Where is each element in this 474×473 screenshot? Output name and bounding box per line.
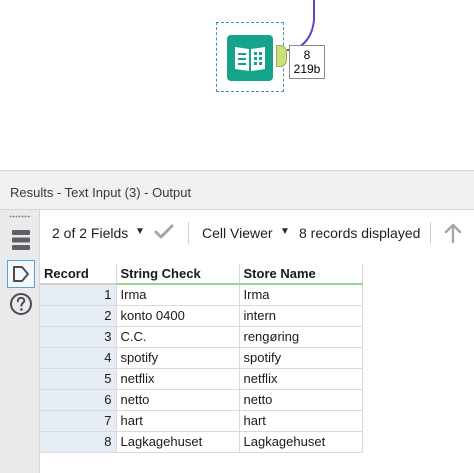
caret-down-icon[interactable]: ▼ bbox=[280, 226, 290, 237]
record-number-cell[interactable]: 6 bbox=[40, 389, 117, 411]
record-number-cell[interactable]: 7 bbox=[40, 410, 117, 432]
column-header-string-check[interactable]: String Check bbox=[116, 264, 240, 285]
results-grid[interactable]: Record String Check Store Name 1 Irma Ir… bbox=[40, 264, 363, 453]
grid-header-row: Record String Check Store Name bbox=[40, 264, 363, 285]
string-check-cell[interactable]: Lagkagehuset bbox=[116, 431, 240, 453]
tag-icon bbox=[13, 266, 29, 282]
results-title-bar[interactable]: Results - Text Input (3) - Output bbox=[0, 170, 474, 210]
store-name-cell[interactable]: netto bbox=[239, 389, 363, 411]
store-name-cell[interactable]: intern bbox=[239, 305, 363, 327]
record-count-badge: 8 219b bbox=[289, 45, 325, 79]
string-check-cell[interactable]: C.C. bbox=[116, 326, 240, 348]
string-check-cell[interactable]: netflix bbox=[116, 368, 240, 390]
help-icon bbox=[10, 293, 32, 315]
string-check-cell[interactable]: konto 0400 bbox=[116, 305, 240, 327]
store-name-cell[interactable]: hart bbox=[239, 410, 363, 432]
table-row[interactable]: 5 netflix netflix bbox=[40, 368, 363, 390]
table-row[interactable]: 6 netto netto bbox=[40, 389, 363, 411]
table-view-icon bbox=[12, 230, 30, 250]
table-row[interactable]: 3 C.C. rengøring bbox=[40, 326, 363, 348]
table-row[interactable]: 4 spotify spotify bbox=[40, 347, 363, 369]
store-name-cell[interactable]: netflix bbox=[239, 368, 363, 390]
results-title: Results - Text Input (3) - Output bbox=[10, 185, 192, 200]
caret-down-icon[interactable]: ▼ bbox=[135, 226, 145, 237]
help-button[interactable] bbox=[7, 290, 35, 318]
workflow-canvas[interactable]: 8 219b bbox=[0, 0, 474, 170]
table-row[interactable]: 7 hart hart bbox=[40, 410, 363, 432]
store-name-cell[interactable]: Irma bbox=[239, 284, 363, 306]
badge-record-count: 8 bbox=[303, 48, 311, 62]
string-check-cell[interactable]: Irma bbox=[116, 284, 240, 306]
record-number-cell[interactable]: 4 bbox=[40, 347, 117, 369]
table-view-button[interactable] bbox=[7, 226, 35, 254]
results-window: Results - Text Input (3) - Output 2 of 2… bbox=[0, 170, 474, 473]
output-anchor[interactable] bbox=[276, 45, 287, 67]
toolbar-divider bbox=[188, 222, 189, 244]
store-name-cell[interactable]: spotify bbox=[239, 347, 363, 369]
fields-selector[interactable]: 2 of 2 Fields bbox=[52, 225, 128, 241]
text-input-tool[interactable] bbox=[216, 22, 284, 92]
results-side-rail bbox=[0, 210, 40, 473]
string-check-cell[interactable]: netto bbox=[116, 389, 240, 411]
record-number-cell[interactable]: 8 bbox=[40, 431, 117, 453]
string-check-cell[interactable]: spotify bbox=[116, 347, 240, 369]
record-number-cell[interactable]: 1 bbox=[40, 284, 117, 306]
record-number-cell[interactable]: 2 bbox=[40, 305, 117, 327]
scroll-up-arrow-icon[interactable] bbox=[443, 222, 463, 244]
record-number-cell[interactable]: 5 bbox=[40, 368, 117, 390]
table-row[interactable]: 8 Lagkagehuset Lagkagehuset bbox=[40, 431, 363, 453]
column-header-record[interactable]: Record bbox=[40, 264, 117, 285]
badge-data-size: 219b bbox=[293, 62, 321, 76]
text-input-book-icon bbox=[227, 35, 273, 81]
record-number-cell[interactable]: 3 bbox=[40, 326, 117, 348]
column-header-store-name[interactable]: Store Name bbox=[239, 264, 363, 285]
results-toolbar: 2 of 2 Fields ▼ Cell Viewer ▼ 8 records … bbox=[40, 210, 474, 254]
drag-grip[interactable] bbox=[9, 215, 31, 218]
checkmark-icon[interactable] bbox=[154, 224, 174, 240]
table-row[interactable]: 2 konto 0400 intern bbox=[40, 305, 363, 327]
toolbar-divider bbox=[430, 222, 431, 244]
string-check-cell[interactable]: hart bbox=[116, 410, 240, 432]
cell-viewer-selector[interactable]: Cell Viewer bbox=[202, 225, 273, 241]
records-displayed: 8 records displayed bbox=[299, 225, 421, 241]
store-name-cell[interactable]: rengøring bbox=[239, 326, 363, 348]
metadata-view-button[interactable] bbox=[7, 260, 35, 288]
table-row[interactable]: 1 Irma Irma bbox=[40, 284, 363, 306]
store-name-cell[interactable]: Lagkagehuset bbox=[239, 431, 363, 453]
